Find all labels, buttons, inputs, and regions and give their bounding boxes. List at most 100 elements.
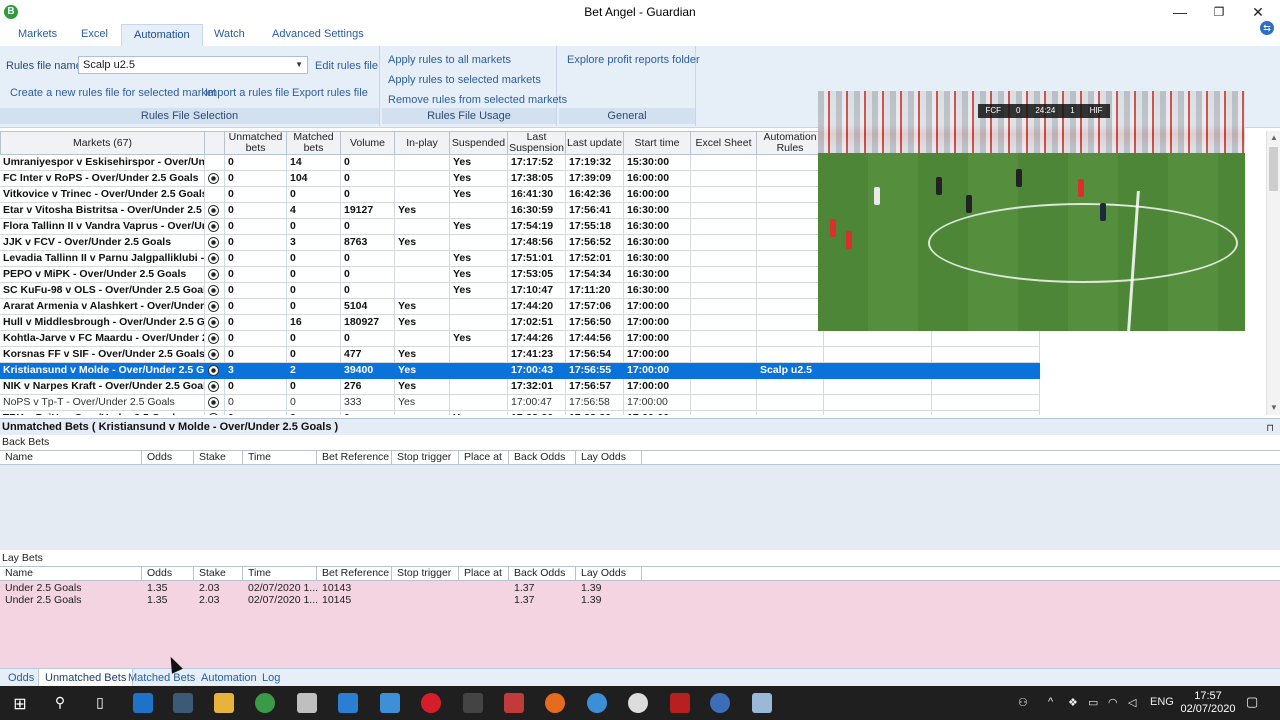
- lay-bets-col-header[interactable]: Name: [0, 567, 142, 581]
- back-bets-col-header[interactable]: Back Odds: [509, 451, 576, 465]
- image-app-icon[interactable]: [752, 693, 772, 713]
- col-header-last-suspension[interactable]: Last Suspension: [508, 131, 566, 155]
- back-bets-col-header[interactable]: Stake: [194, 451, 243, 465]
- red-app-icon[interactable]: [670, 693, 690, 713]
- terminal-icon[interactable]: [463, 693, 483, 713]
- dropbox-icon[interactable]: ❖: [1068, 696, 1078, 709]
- scroll-down-icon[interactable]: ▼: [1267, 401, 1280, 415]
- lay-bets-col-header[interactable]: Stop trigger: [392, 567, 459, 581]
- market-cell-vol: 0: [341, 267, 395, 283]
- market-row[interactable]: Kristiansund v Molde - Over/Under 2.5 Go…: [0, 363, 1040, 379]
- app-icon[interactable]: [173, 693, 193, 713]
- tab-excel[interactable]: Excel: [81, 28, 108, 40]
- import-rules-file-button[interactable]: Import a rules file: [205, 87, 289, 99]
- lay-bets-col-header[interactable]: Odds: [142, 567, 194, 581]
- bet-angel-taskbar-icon[interactable]: [710, 693, 730, 713]
- clock-date: 02/07/2020: [1180, 703, 1236, 715]
- lay-bet-row[interactable]: Under 2.5 Goals 1.35 2.03 02/07/2020 1... 10…: [0, 582, 1280, 594]
- tab-markets[interactable]: Markets: [18, 28, 57, 40]
- col-header-automation-rules[interactable]: Automation Rules: [757, 131, 824, 155]
- back-bets-col-header[interactable]: Bet Reference: [317, 451, 392, 465]
- create-rules-file-button[interactable]: Create a new rules file for selected mar…: [10, 87, 216, 99]
- minimize-button[interactable]: —: [1160, 2, 1200, 22]
- tab-log[interactable]: Log: [262, 672, 280, 684]
- col-header-markets[interactable]: Markets (67): [0, 131, 205, 155]
- remove-rules-selected-button[interactable]: Remove rules from selected markets: [388, 94, 567, 106]
- explore-profit-reports-button[interactable]: Explore profit reports folder: [567, 54, 700, 66]
- col-header-suspended[interactable]: Suspended: [450, 131, 508, 155]
- market-cell-auto: [757, 411, 824, 415]
- telegram-icon[interactable]: [587, 693, 607, 713]
- opera-icon[interactable]: [421, 693, 441, 713]
- lay-bets-col-header[interactable]: Lay Odds: [576, 567, 642, 581]
- market-row[interactable]: NoPS v Tp-T - Over/Under 2.5 Goals 0 0 333 Y…: [0, 395, 1040, 411]
- col-header-inplay[interactable]: In-play: [395, 131, 450, 155]
- tab-unmatched-bets[interactable]: Unmatched Bets: [38, 669, 134, 687]
- market-cell-ls: 17:41:23: [508, 347, 566, 363]
- live-video-stream[interactable]: FCF 0 24:24 1 HIF: [818, 91, 1245, 331]
- volume-icon[interactable]: ◁: [1128, 696, 1136, 709]
- search-icon[interactable]: ⚲: [48, 694, 72, 711]
- battery-icon[interactable]: ▭: [1088, 696, 1098, 709]
- back-bets-col-header[interactable]: Lay Odds: [576, 451, 642, 465]
- lay-bets-col-header[interactable]: Back Odds: [509, 567, 576, 581]
- store-icon[interactable]: [297, 693, 317, 713]
- tab-automation[interactable]: Automation: [121, 24, 203, 47]
- close-button[interactable]: ✕: [1238, 2, 1278, 22]
- col-header-volume[interactable]: Volume: [341, 131, 395, 155]
- network-app-icon[interactable]: [628, 693, 648, 713]
- lay-bets-col-header[interactable]: Time: [243, 567, 317, 581]
- edit-rules-file-button[interactable]: Edit rules file: [315, 60, 378, 72]
- apply-rules-selected-button[interactable]: Apply rules to selected markets: [388, 74, 541, 86]
- market-row[interactable]: TPK v PaiHa - Over/Under 2.5 Goals000Yes…: [0, 411, 1040, 415]
- toolbox-icon[interactable]: [504, 693, 524, 713]
- ribbon-help-icon[interactable]: ⇆: [1260, 21, 1274, 35]
- notifications-icon[interactable]: ▢: [1246, 694, 1258, 710]
- col-header-excel-sheet[interactable]: Excel Sheet: [691, 131, 757, 155]
- language-indicator[interactable]: ENG: [1150, 696, 1174, 708]
- apply-rules-all-button[interactable]: Apply rules to all markets: [388, 54, 511, 66]
- lay-bets-col-header[interactable]: Stake: [194, 567, 243, 581]
- col-header-unmatched[interactable]: Unmatched bets: [225, 131, 287, 155]
- back-bets-col-header[interactable]: Name: [0, 451, 142, 465]
- lay-bet-row[interactable]: Under 2.5 Goals 1.35 2.03 02/07/2020 1... 10…: [0, 594, 1280, 606]
- rules-file-combo[interactable]: Scalp u2.5 ▼: [78, 56, 308, 74]
- people-icon[interactable]: ⚇: [1018, 696, 1028, 709]
- l-app-icon[interactable]: [338, 693, 358, 713]
- taskbar-clock[interactable]: 17:57 02/07/2020: [1178, 690, 1238, 716]
- market-row[interactable]: Korsnas FF v SIF - Over/Under 2.5 Goals 0…: [0, 347, 1040, 363]
- back-bets-col-header[interactable]: Time: [243, 451, 317, 465]
- export-rules-file-button[interactable]: Export rules file: [292, 87, 368, 99]
- col-header-start-time[interactable]: Start time: [624, 131, 691, 155]
- col-header-icon[interactable]: [205, 131, 225, 155]
- back-bets-col-header[interactable]: Place at: [459, 451, 509, 465]
- market-cell-st: 17:00:00: [624, 347, 691, 363]
- markets-scrollbar[interactable]: ▲ ▼: [1266, 131, 1280, 415]
- firefox-icon[interactable]: [545, 693, 565, 713]
- tab-odds[interactable]: Odds: [8, 672, 34, 684]
- windows-start-icon[interactable]: ⊞: [8, 694, 32, 714]
- scrollbar-thumb[interactable]: [1269, 147, 1278, 191]
- back-bets-col-header[interactable]: Stop trigger: [392, 451, 459, 465]
- lay-bets-col-header[interactable]: Place at: [459, 567, 509, 581]
- col-header-matched[interactable]: Matched bets: [287, 131, 341, 155]
- tab-watch[interactable]: Watch: [214, 28, 245, 40]
- market-row[interactable]: NIK v Narpes Kraft - Over/Under 2.5 Goal…: [0, 379, 1040, 395]
- lay-bets-col-header[interactable]: Bet Reference: [317, 567, 392, 581]
- file-explorer-icon[interactable]: [214, 693, 234, 713]
- task-view-icon[interactable]: ▯: [88, 694, 112, 711]
- mail-icon[interactable]: [380, 693, 400, 713]
- maximize-button[interactable]: ❐: [1199, 2, 1239, 22]
- chevron-down-icon[interactable]: ▼: [295, 60, 303, 69]
- tray-chevron-up-icon[interactable]: ^: [1048, 696, 1053, 708]
- tab-automation-log[interactable]: Automation: [201, 672, 257, 684]
- back-bets-col-header[interactable]: Odds: [142, 451, 194, 465]
- scroll-up-icon[interactable]: ▲: [1267, 131, 1280, 145]
- edge-browser-icon[interactable]: [133, 693, 153, 713]
- tab-advanced-settings[interactable]: Advanced Settings: [272, 28, 364, 40]
- tab-matched-bets[interactable]: Matched Bets: [128, 672, 195, 684]
- chrome-icon[interactable]: [255, 693, 275, 713]
- wifi-icon[interactable]: ◠: [1108, 696, 1118, 709]
- market-row[interactable]: Kohtla-Jarve v FC Maardu - Over/Under 2.…: [0, 331, 1040, 347]
- col-header-last-update[interactable]: Last update: [566, 131, 624, 155]
